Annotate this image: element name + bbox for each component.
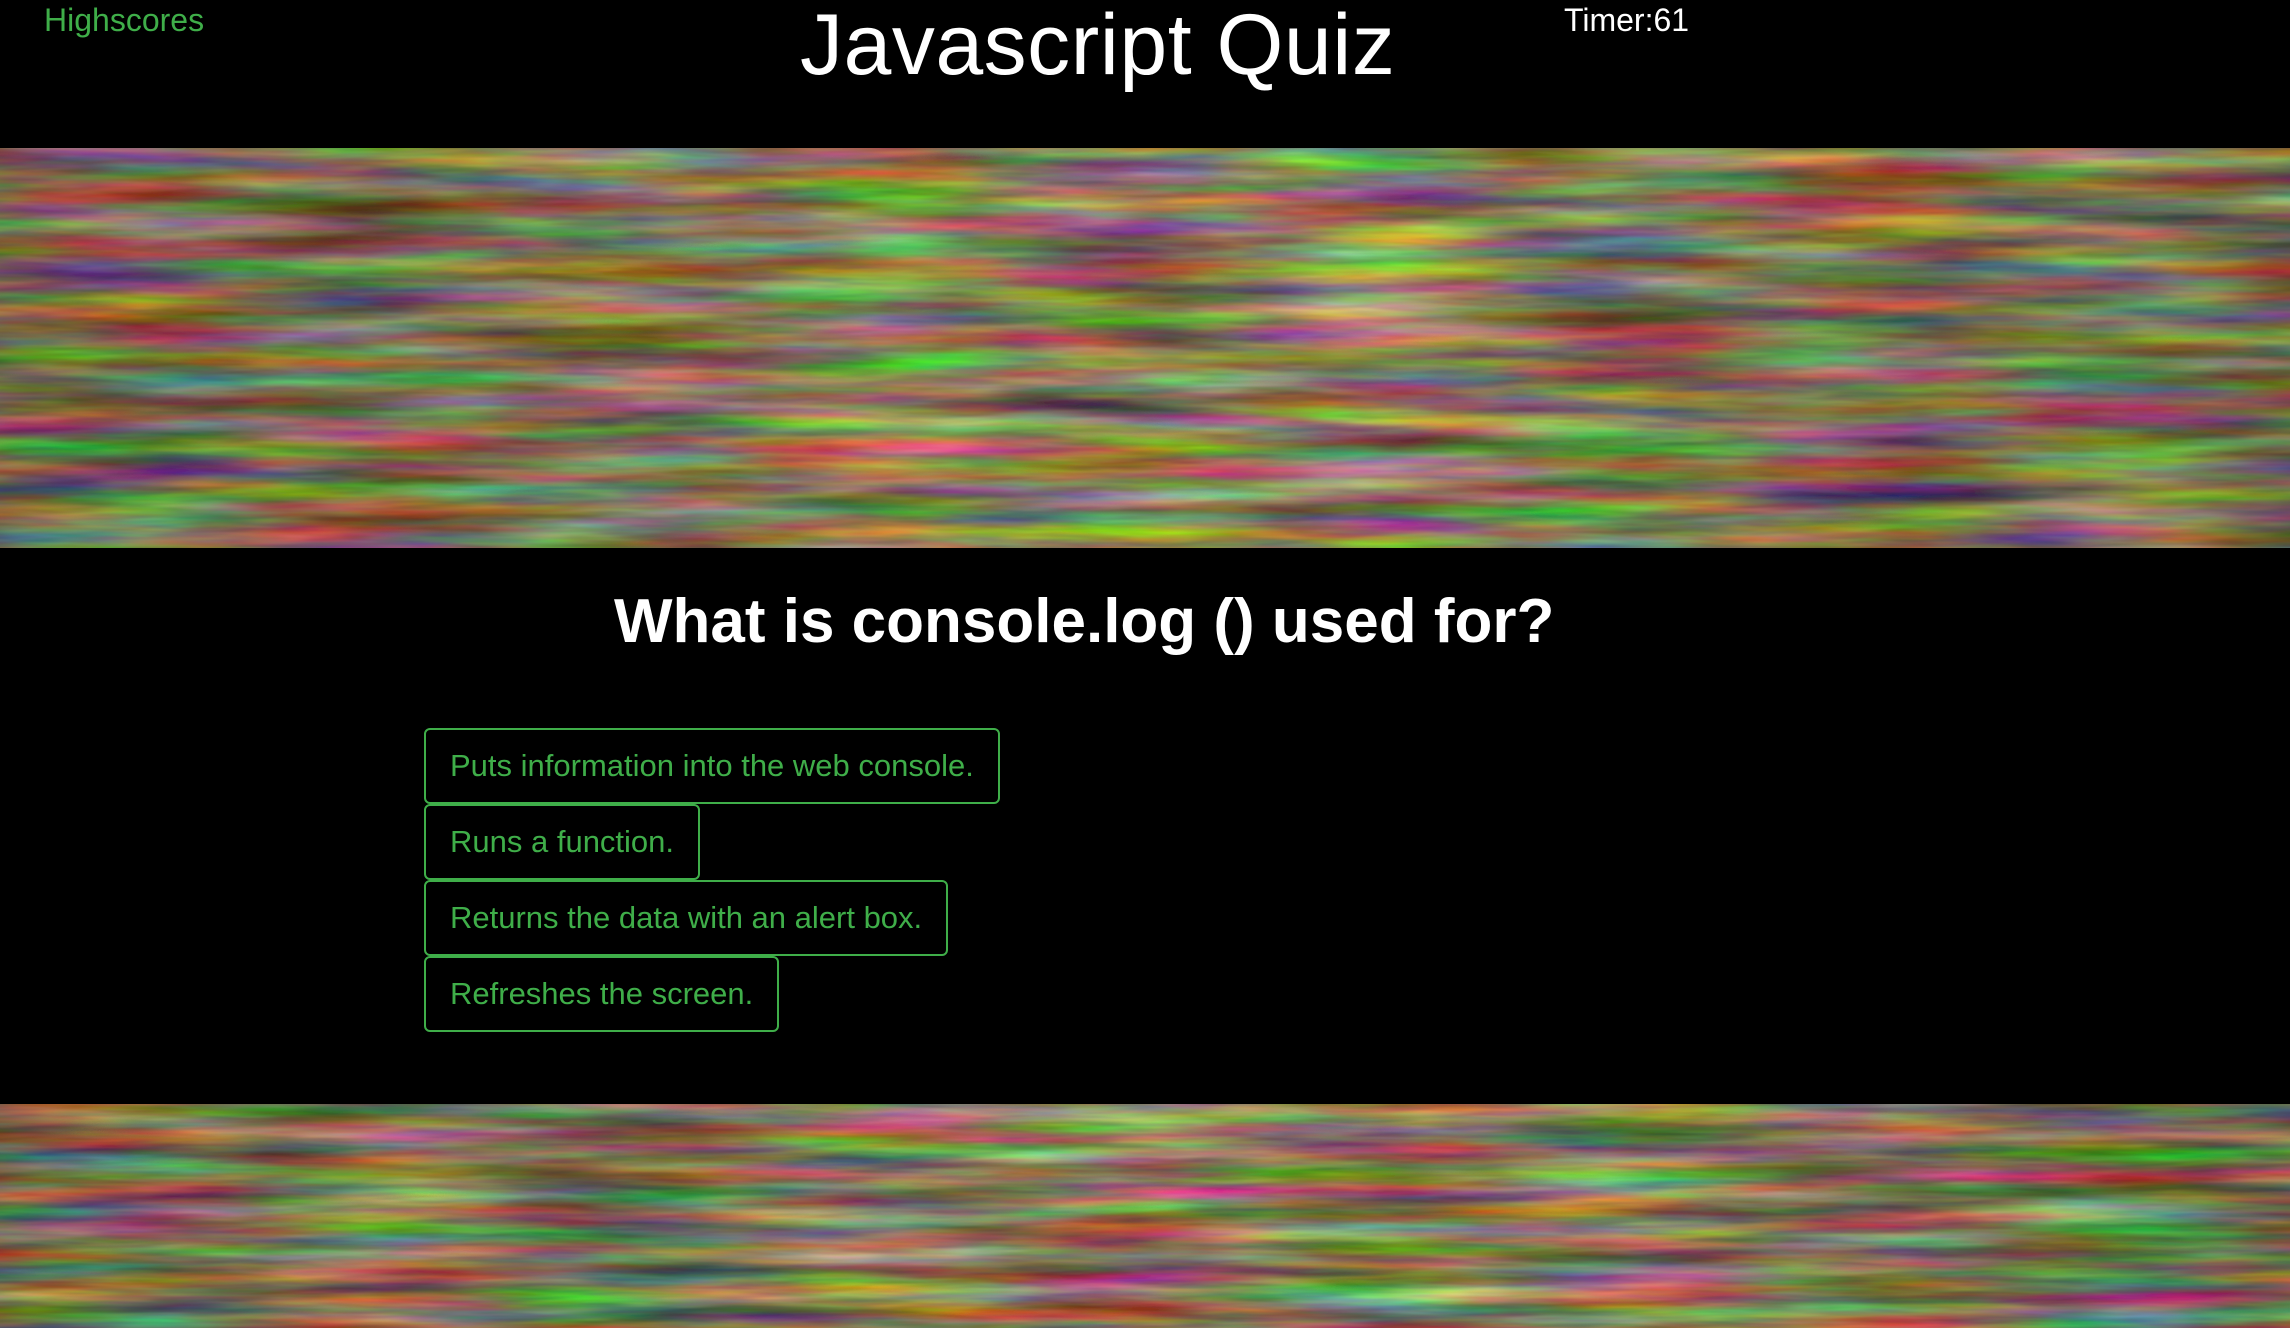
answer-button-3[interactable]: Returns the data with an alert box.: [424, 880, 949, 956]
quiz-card: What is console.log () used for? Puts in…: [14, 548, 2290, 1104]
water-background-image: [0, 148, 2290, 548]
question-text: What is console.log () used for?: [614, 587, 1555, 656]
page-title: Javascript Quiz: [800, 0, 1396, 93]
highscores-link[interactable]: Highscores: [44, 2, 204, 39]
water-texture: [0, 148, 2290, 548]
answer-button-4[interactable]: Refreshes the screen.: [424, 956, 780, 1032]
answer-button-2[interactable]: Runs a function.: [424, 804, 701, 880]
timer-label: Timer:: [1564, 2, 1654, 38]
water-background-image-bottom: [0, 1104, 2290, 1328]
water-texture-bottom: [0, 1104, 2290, 1328]
answer-button-1[interactable]: Puts information into the web console.: [424, 728, 1000, 804]
timer: Timer:61: [1564, 2, 1689, 39]
timer-value: 61: [1653, 2, 1690, 38]
quiz-page: Highscores Javascript Quiz Timer:61 What…: [0, 0, 2290, 1328]
answer-list: Puts information into the web console. R…: [424, 728, 1000, 1032]
header: Highscores Javascript Quiz Timer:61: [0, 0, 2290, 148]
